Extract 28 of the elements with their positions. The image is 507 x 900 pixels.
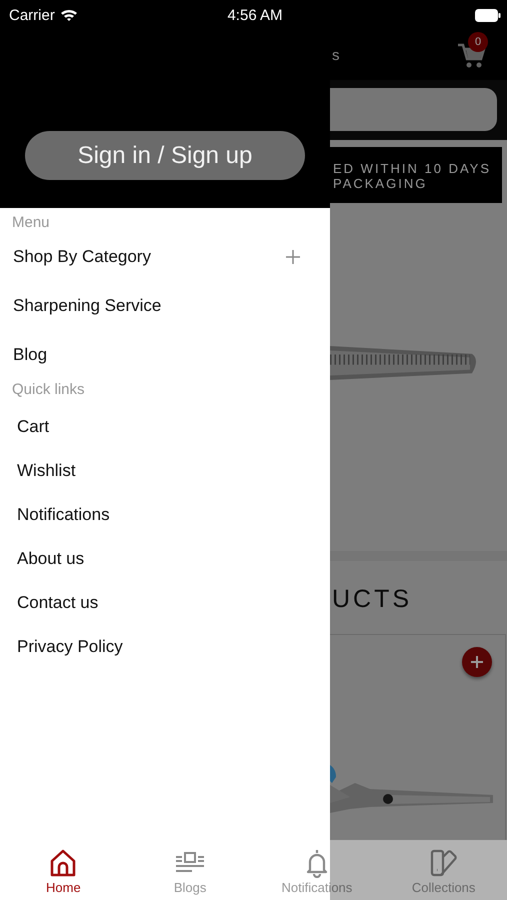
menu-heading: Menu — [11, 213, 51, 232]
quick-link[interactable]: About us — [0, 537, 330, 581]
menu-item[interactable]: Sharpening Service — [0, 281, 330, 330]
search-field[interactable] — [330, 88, 497, 131]
tab-bar-item[interactable]: Home — [0, 840, 127, 900]
plus-icon — [470, 655, 484, 669]
cart-count-badge: 0 — [468, 32, 488, 52]
menu-item[interactable]: Shop By Category — [0, 232, 330, 281]
carrier-label: Carrier — [9, 6, 55, 24]
quick-link[interactable]: Wishlist — [0, 449, 330, 493]
section-title: UCTS — [331, 584, 414, 615]
quick-links-heading: Quick links — [11, 380, 86, 400]
quick-link[interactable]: Contact us — [0, 581, 330, 625]
wifi-icon — [60, 8, 78, 22]
menu-item[interactable]: Blog — [0, 330, 330, 379]
swatch-book-icon — [428, 848, 459, 878]
home-icon — [48, 848, 78, 878]
page-title: s — [332, 46, 340, 64]
quick-link[interactable]: Notifications — [0, 493, 330, 537]
quick-link[interactable]: Privacy Policy — [0, 625, 330, 669]
banner-text: ED WITHIN 10 DAYS — [333, 161, 492, 176]
quick-link[interactable]: Cart — [0, 405, 330, 449]
sign-in-button[interactable]: Sign in / Sign up — [25, 131, 305, 180]
banner-text: PACKAGING — [333, 176, 428, 191]
battery-icon — [475, 8, 501, 22]
clock-time: 4:56 AM — [227, 6, 283, 24]
plus-icon — [286, 250, 300, 264]
add-button[interactable] — [462, 647, 492, 677]
